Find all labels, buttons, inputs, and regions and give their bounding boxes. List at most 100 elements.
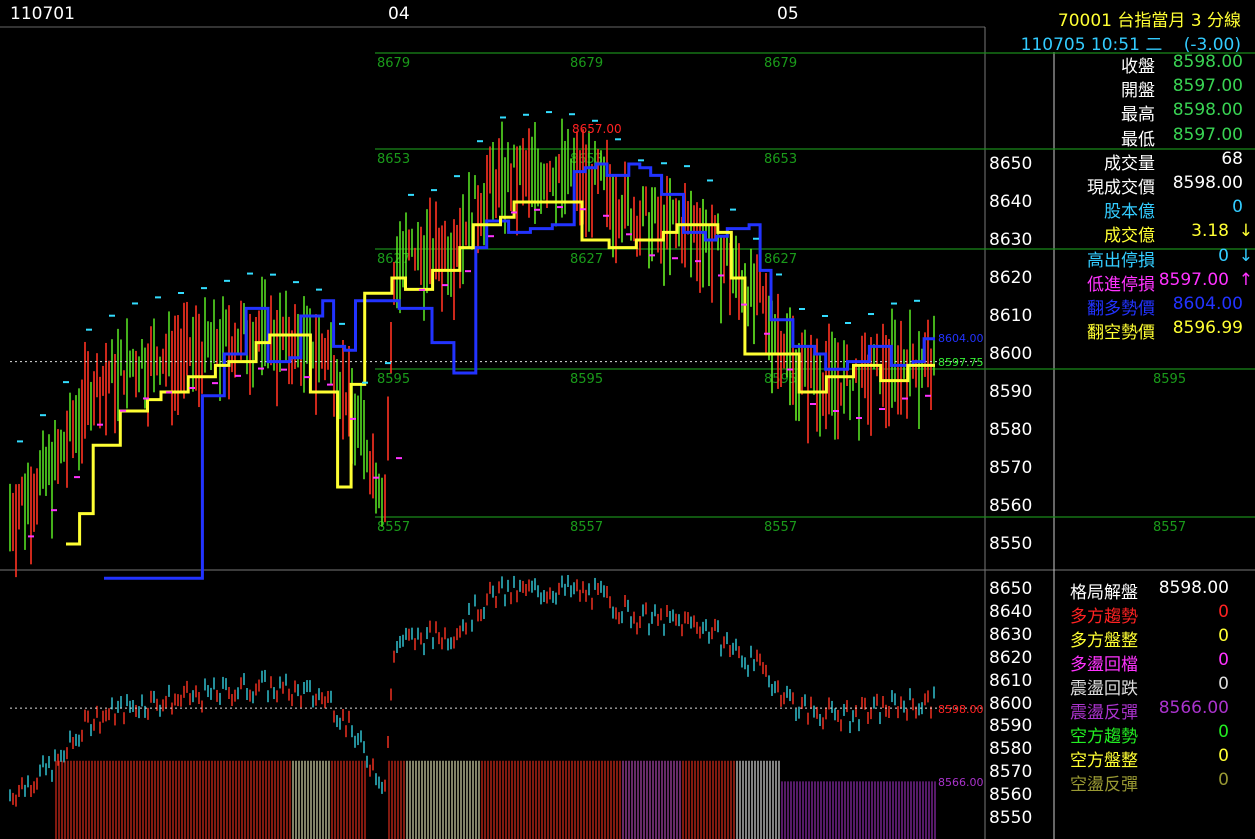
quote-value: 8597.00 [1172,124,1243,145]
axis-tick-label: 8590 [989,716,1033,737]
quote-label: 開盤 [1121,81,1155,102]
axis-tick-label: 8550 [989,534,1033,554]
axis-tick-label: 8640 [989,192,1033,212]
quote-value: 8597.00 [1172,76,1243,97]
level-label: 8557 [1153,520,1186,535]
pattern-label: 多方盤整 [1070,631,1138,651]
axis-tick-label: 8650 [989,154,1033,174]
axis-tick-label: 8580 [989,739,1033,760]
quote-row: 收盤 8598.00 [1058,52,1243,77]
pattern-row: 空方趨勢 0 [1058,722,1243,747]
level-label: 8595 [1153,372,1186,387]
pattern-label: 多方趨勢 [1070,607,1138,627]
long-price-annotation: 8604.00 [938,332,984,345]
quote-row: 開盤 8597.00 [1058,76,1243,102]
axis-tick-label: 8570 [989,762,1033,783]
quote-label: 翻空勢價 [1087,323,1155,344]
pattern-value: 0 [1218,602,1229,622]
pattern-row: 震盪反彈 8566.00 [1058,698,1243,723]
level-label: 8653 [377,152,410,167]
quote-value: 0 [1218,245,1229,266]
level-label: 8557 [764,520,797,535]
quote-label: 最高 [1121,105,1155,126]
level-label: 8627 [570,252,603,267]
axis-tick-label: 8560 [989,785,1033,806]
trend-arrow-icon: ↑ [1238,269,1253,290]
pattern-row: 多方盤整 0 [1058,626,1243,651]
axis-tick-label: 8600 [989,693,1033,714]
quote-value: 3.18 [1191,221,1229,242]
quote-row: 高出停損 0 ↓ [1058,245,1253,271]
level-label: 8653 [764,152,797,167]
quote-value: 8598.00 [1172,173,1243,193]
quote-value: 8598.00 [1172,52,1243,72]
axis-tick-label: 8640 [989,601,1033,622]
quote-label: 成交量 [1104,153,1155,174]
pattern-price-annotation: 8566.00 [938,776,984,789]
pattern-row: 震盪回跌 0 [1058,674,1243,699]
pattern-row: 空方盤整 0 [1058,746,1243,771]
level-label: 8627 [764,252,797,267]
axis-tick-label: 8600 [989,344,1033,364]
quote-value: 68 [1221,148,1243,169]
quote-row: 低進停損 8597.00 ↑ [1058,269,1253,295]
quote-value: 8596.99 [1172,318,1243,339]
quote-label: 低進停損 [1087,274,1155,295]
axis-tick-label: 8570 [989,458,1033,478]
level-label: 8679 [377,56,410,71]
quote-row: 最低 8597.00 [1058,124,1243,150]
quote-row: 股本億 0 [1058,197,1243,223]
quote-row: 成交億 3.18 ↓ [1058,221,1253,246]
axis-tick-label: 8550 [989,808,1033,828]
close-price-annotation: 8598.00 [938,703,984,716]
axis-tick-label: 8630 [989,624,1033,645]
pattern-row: 格局解盤 8598.00 [1058,578,1243,603]
pattern-label: 空方盤整 [1070,751,1138,771]
level-label: 8557 [570,520,603,535]
pattern-label: 格局解盤 [1070,583,1138,603]
pattern-value: 0 [1218,674,1229,694]
quote-label: 現成交價 [1087,178,1155,198]
quote-label: 股本億 [1104,202,1155,223]
axis-tick-label: 8560 [989,496,1033,516]
axis-tick-label: 8650 [989,579,1033,599]
axis-tick-label: 8610 [989,306,1033,326]
high-price-annotation: 8657.00 [572,122,622,136]
pattern-label: 空方趨勢 [1070,727,1138,747]
level-label: 8595 [570,372,603,387]
axis-tick-label: 8630 [989,230,1033,250]
pattern-row: 多盪回檔 0 [1058,650,1243,675]
axis-tick-label: 8580 [989,420,1033,440]
pattern-value: 0 [1218,722,1229,742]
level-label: 8679 [570,56,603,71]
quote-row: 成交量 68 [1058,148,1243,174]
axis-tick-label: 8610 [989,670,1033,691]
axis-tick-label: 8620 [989,647,1033,668]
quote-row: 翻空勢價 8596.99 [1058,318,1243,344]
pattern-value: 0 [1218,746,1229,766]
quote-label: 高出停損 [1087,250,1155,271]
trend-arrow-icon: ↓ [1238,245,1253,266]
quote-label: 翻多勢價 [1087,299,1155,319]
short-price-annotation: 8597.75 [938,356,984,369]
level-label: 8595 [377,372,410,387]
quote-row: 現成交價 8598.00 [1058,173,1243,198]
quote-label: 收盤 [1121,57,1155,77]
pattern-label: 震盪反彈 [1070,703,1138,723]
pattern-value: 8598.00 [1158,578,1229,598]
quote-value: 8597.00 [1158,269,1229,290]
trend-arrow-icon: ↓ [1238,221,1253,242]
pattern-value: 8566.00 [1158,698,1229,718]
symbol-title: 70001 台指當月 3 分線 [1057,11,1241,31]
axis-tick-label: 8590 [989,382,1033,402]
quote-label: 最低 [1121,129,1155,150]
quote-row: 最高 8598.00 [1058,100,1243,126]
pattern-label: 空盪反彈 [1070,775,1138,795]
axis-tick-label: 8620 [989,268,1033,288]
pattern-row: 多方趨勢 0 [1058,602,1243,627]
pattern-value: 0 [1218,650,1229,670]
quote-value: 0 [1232,197,1243,218]
pattern-label: 多盪回檔 [1070,655,1138,675]
quote-row: 翻多勢價 8604.00 [1058,294,1243,319]
pattern-value: 0 [1218,770,1229,790]
